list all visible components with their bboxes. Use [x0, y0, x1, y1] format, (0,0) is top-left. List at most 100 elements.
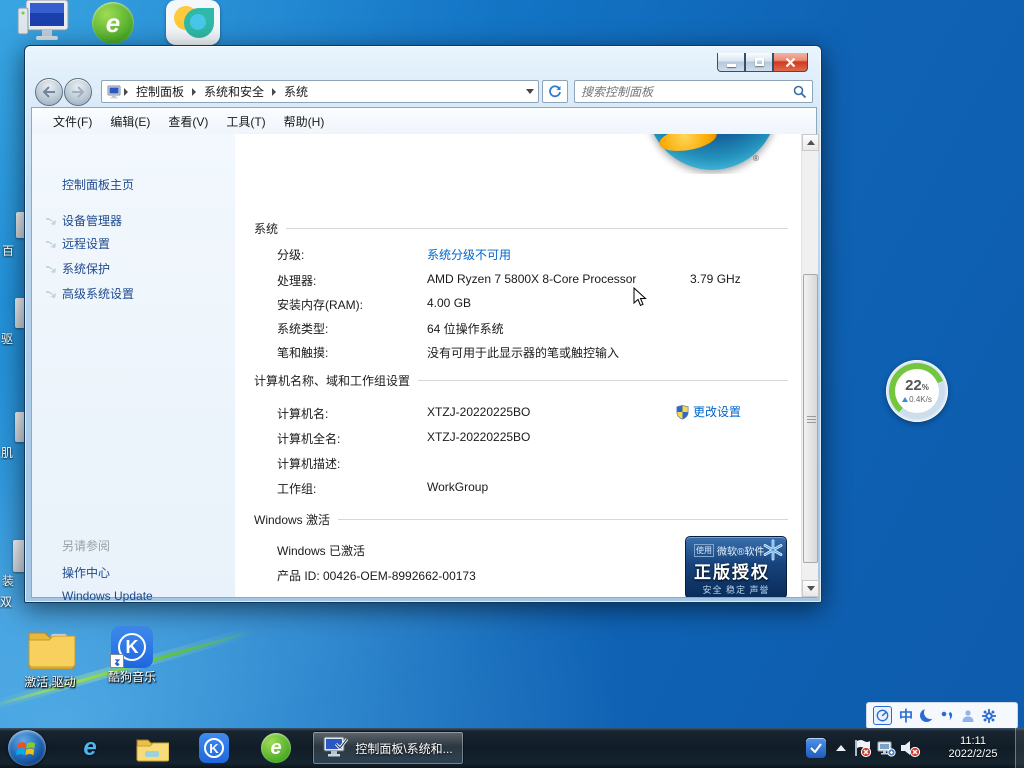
section-title: 计算机名称、域和工作组设置	[254, 372, 410, 389]
section-divider	[286, 228, 788, 229]
desktop-icon-activate-driver[interactable]: 激活,驱动	[18, 626, 82, 688]
sidebar-item-windows-update[interactable]: Windows Update	[62, 589, 153, 603]
tray-action-center-flag-icon[interactable]	[852, 738, 872, 758]
window-caption-buttons	[717, 53, 808, 72]
menu-bar: 文件(F) 编辑(E) 查看(V) 工具(T) 帮助(H)	[32, 108, 816, 134]
close-button[interactable]	[773, 53, 808, 72]
menu-edit[interactable]: 编辑(E)	[101, 113, 159, 130]
scroll-down-icon	[807, 586, 815, 591]
mouse-cursor	[633, 287, 647, 307]
section-divider	[338, 519, 788, 520]
occluded-desktop-icon-fragment[interactable]	[16, 212, 24, 238]
cpu-speed: 3.79 GHz	[690, 272, 741, 286]
badge-line1: 微软®软件	[717, 543, 764, 558]
tray-clock[interactable]: 11:11 2022/2/25	[935, 735, 1011, 761]
taskbar-explorer-button[interactable]	[130, 731, 174, 765]
ime-punctuation-icon[interactable]	[940, 709, 954, 722]
search-input[interactable]	[575, 85, 793, 99]
forward-button[interactable]	[64, 78, 92, 106]
sidebar-item-action-center[interactable]: 操作中心	[62, 564, 110, 581]
ime-chinese-mode[interactable]: 中	[899, 706, 913, 726]
taskbar-kugou-button[interactable]: K	[192, 731, 236, 765]
address-dropdown-icon[interactable]	[526, 89, 534, 94]
maximize-button[interactable]	[745, 53, 773, 72]
desktop-icon-label: 激活,驱动	[18, 673, 82, 690]
tray-volume-muted-icon[interactable]	[899, 738, 921, 758]
pen-touch-label: 笔和触摸:	[277, 344, 328, 361]
taskbar-ie-button[interactable]: e	[68, 731, 112, 765]
search-icon	[793, 85, 807, 99]
sidebar-item-device-manager[interactable]: 设备管理器	[62, 212, 122, 229]
windows-flag-icon	[16, 738, 38, 758]
desktop-icon-computer[interactable]	[16, 0, 76, 45]
scroll-up-button[interactable]	[802, 134, 819, 151]
occluded-desktop-icon-fragment[interactable]	[13, 540, 24, 572]
tray-network-icon[interactable]	[876, 738, 896, 758]
vertical-scrollbar[interactable]	[801, 134, 818, 597]
workgroup-label: 工作组:	[277, 480, 316, 497]
change-settings-label[interactable]: 更改设置	[693, 403, 741, 420]
breadcrumb-separator-icon	[124, 88, 128, 96]
rating-unavailable-link[interactable]: 系统分级不可用	[427, 246, 511, 263]
menu-file[interactable]: 文件(F)	[44, 113, 101, 130]
folder-icon	[135, 734, 169, 762]
search-box[interactable]	[574, 80, 813, 103]
see-also-header: 另请参阅	[62, 537, 110, 554]
system-properties-window: 控制面板 系统和安全 系统 文件(F) 编辑(E) 查看(V) 工具(T) 帮助…	[24, 45, 822, 603]
ime-logo-icon[interactable]	[873, 706, 892, 725]
tray-activation-icon[interactable]	[806, 738, 826, 758]
sidebar-item-advanced-settings[interactable]: 高级系统设置	[62, 285, 134, 302]
speed-ball-widget[interactable]: 22% 0.4K/s	[886, 360, 948, 422]
breadcrumb-system[interactable]: 系统	[278, 83, 314, 100]
breadcrumb-control-panel[interactable]: 控制面板	[130, 83, 190, 100]
refresh-button[interactable]	[542, 80, 568, 103]
sidebar: 控制面板主页 设备管理器 远程设置 系统保护 高级系统设置 另请参阅 操作中心 …	[32, 134, 235, 597]
thumb-grip	[807, 416, 816, 417]
green-browser-icon: e	[261, 733, 291, 763]
recent-pages-dropdown-icon[interactable]	[94, 90, 100, 94]
genuine-star-icon	[762, 539, 784, 561]
ime-fullwidth-moon-icon[interactable]	[920, 709, 933, 722]
scrollbar-thumb[interactable]	[803, 274, 818, 563]
desktop-icon-green-browser[interactable]: e	[92, 2, 144, 44]
ime-toolbar[interactable]: 中	[866, 702, 1018, 729]
menu-help[interactable]: 帮助(H)	[275, 113, 334, 130]
sidebar-item-system-protection[interactable]: 系统保护	[62, 260, 110, 277]
memory-usage-ring: 22% 0.4K/s	[889, 363, 945, 419]
genuine-microsoft-badge: 使用 微软®软件 正版授权 安全 稳定 声誉	[685, 536, 787, 597]
show-desktop-button[interactable]	[1015, 728, 1024, 768]
ime-settings-gear-icon[interactable]	[982, 709, 996, 723]
sidebar-item-remote-settings[interactable]: 远程设置	[62, 235, 110, 252]
taskbar-active-task-control-panel[interactable]: 控制面板\系统和...	[312, 731, 464, 765]
change-settings-link[interactable]: 更改设置	[675, 403, 741, 420]
minimize-icon	[727, 64, 736, 67]
badge-line2: 正版授权	[694, 558, 778, 583]
section-system: 系统	[254, 220, 788, 237]
sidebar-item-control-panel-home[interactable]: 控制面板主页	[62, 176, 134, 193]
menu-tools[interactable]: 工具(T)	[217, 113, 274, 130]
activation-status: Windows 已激活	[277, 542, 365, 559]
breadcrumb-system-security[interactable]: 系统和安全	[198, 83, 270, 100]
desktop-icon-label: 酷狗音乐	[100, 668, 164, 685]
tray-show-hidden-icons[interactable]	[836, 745, 846, 751]
minimize-button[interactable]	[717, 53, 745, 72]
ime-user-icon[interactable]	[961, 709, 975, 722]
desktop-icon-colorful-app[interactable]	[166, 0, 220, 45]
menu-view[interactable]: 查看(V)	[159, 113, 217, 130]
thumb-grip	[807, 419, 816, 420]
task-arrow-icon	[45, 239, 57, 249]
ram-label: 安装内存(RAM):	[277, 296, 363, 313]
computer-name-label: 计算机名:	[277, 405, 328, 422]
back-arrow-icon	[42, 86, 56, 98]
pen-touch-value: 没有可用于此显示器的笔或触控输入	[427, 344, 619, 361]
folder-icon	[27, 626, 77, 670]
taskbar-green-browser-button[interactable]: e	[254, 731, 298, 765]
occluded-desktop-icon-fragment[interactable]	[15, 412, 24, 442]
address-bar[interactable]: 控制面板 系统和安全 系统	[101, 80, 539, 103]
start-button[interactable]	[8, 730, 46, 766]
scroll-down-button[interactable]	[802, 580, 819, 597]
back-button[interactable]	[35, 78, 63, 106]
clock-time: 11:11	[935, 735, 1011, 748]
desktop-icon-kugou[interactable]: K 酷狗音乐	[100, 626, 164, 688]
occluded-desktop-icon-fragment[interactable]	[15, 298, 24, 328]
